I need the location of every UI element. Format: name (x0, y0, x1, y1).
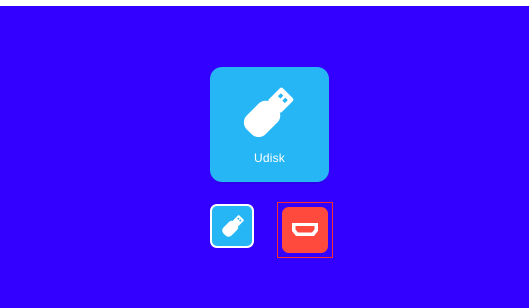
source-select-screen: Udisk (0, 6, 529, 308)
hdmi-port-icon (292, 223, 318, 236)
udisk-tile-label: Udisk (253, 151, 285, 165)
source-item-hdmi-focus[interactable] (277, 202, 333, 258)
udisk-source-tile[interactable]: Udisk (210, 67, 329, 182)
usb-drive-icon (222, 215, 244, 237)
source-item-udisk[interactable] (210, 204, 254, 248)
usb-drive-icon (243, 87, 294, 138)
source-item-hdmi[interactable] (282, 207, 328, 253)
